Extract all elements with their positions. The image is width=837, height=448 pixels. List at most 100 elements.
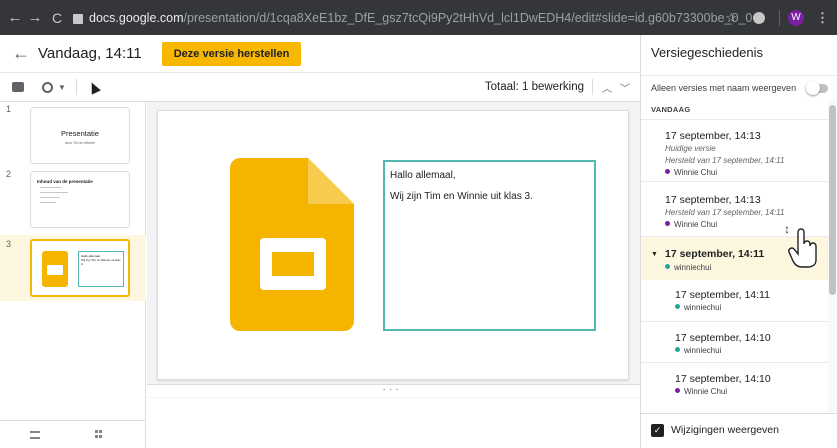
back-arrow-icon[interactable]: ← — [12, 43, 32, 64]
version-time: 17 september, 14:13 — [665, 194, 761, 206]
chevron-down-icon[interactable]: ﹀ — [620, 80, 630, 95]
user-name: Winnie Chui — [684, 387, 728, 396]
version-time: 17 september, 14:11 — [675, 289, 770, 301]
version-user: winniechui — [665, 263, 711, 272]
app-root: ← → C docs.google.com/presentation/d/1cq… — [0, 0, 837, 448]
version-time: 17 september, 14:10 — [675, 332, 771, 344]
thumb-title: Presentatie — [61, 129, 99, 138]
user-name: winniechui — [684, 346, 722, 355]
lock-icon — [73, 13, 83, 24]
version-item[interactable]: 17 september, 14:10 winniechui — [641, 321, 829, 362]
version-user: Winnie Chui — [665, 168, 717, 177]
filmstrip-view-controls — [0, 420, 146, 448]
restore-version-button[interactable]: Deze versie herstellen — [161, 41, 302, 66]
version-user: winniechui — [675, 303, 721, 312]
user-color-dot — [665, 221, 670, 226]
version-note: Hersteld van 17 september, 14:11 — [665, 156, 785, 165]
resize-handle[interactable]: • • • — [383, 387, 399, 394]
version-time: 17 september, 14:10 — [675, 373, 771, 385]
chevron-down-icon[interactable]: ▼ — [58, 83, 66, 92]
thumb-textbox: Hallo allemaal, Wij zijn Tim en Winnie u… — [78, 251, 124, 287]
version-time: 17 september, 14:11 — [665, 248, 765, 260]
speaker-notes[interactable]: • • • — [147, 384, 640, 448]
user-color-dot — [675, 388, 680, 393]
slides-logo-frame — [47, 265, 63, 275]
version-item[interactable]: 17 september, 14:10 Winnie Chui — [641, 362, 829, 403]
editor-toolbar: ▼ Totaal: 1 bewerking ︿ ﹀ — [0, 72, 640, 102]
thumb-bullet-line — [40, 192, 68, 193]
divider — [147, 397, 640, 398]
star-icon[interactable]: ☆ — [725, 10, 737, 26]
chevron-up-icon[interactable]: ︿ — [602, 80, 612, 95]
named-versions-label: Alleen versies met naam weergeven — [651, 83, 797, 93]
slide-canvas[interactable]: Hallo allemaal, Wij zijn Tim en Winnie u… — [157, 110, 629, 380]
show-changes-checkbox[interactable]: ✓ — [651, 424, 664, 437]
total-edits-label: Totaal: 1 bewerking — [484, 81, 584, 93]
version-title: Vandaag, 14:11 — [38, 45, 142, 62]
url-host: docs.google.com — [89, 10, 184, 25]
slide-editor: Hallo allemaal, Wij zijn Tim en Winnie u… — [147, 102, 640, 448]
reload-icon[interactable]: C — [47, 10, 67, 26]
zoom-icon[interactable] — [42, 81, 53, 93]
list-view-icon[interactable] — [30, 430, 40, 439]
user-color-dot — [675, 304, 680, 309]
thumb-title: Inhoud van de presentatie — [37, 179, 93, 184]
slide-thumbnail-2[interactable]: Inhoud van de presentatie — [30, 171, 130, 228]
slide-text-line: Hallo allemaal, — [390, 170, 456, 181]
slide-number: 3 — [6, 239, 12, 249]
thumb-bullet-line — [40, 187, 62, 188]
print-icon[interactable] — [12, 82, 24, 92]
divider — [779, 9, 780, 26]
version-time: 17 september, 14:13 — [665, 130, 761, 142]
panel-title: Versiegeschiedenis — [651, 45, 764, 60]
version-user: Winnie Chui — [665, 220, 717, 229]
hand-cursor-icon — [788, 228, 817, 268]
version-note: Huidige versie — [665, 144, 716, 153]
toggle-knob[interactable] — [806, 81, 820, 95]
version-history-panel: Versiegeschiedenis Alleen versies met na… — [640, 35, 837, 448]
version-header: ← Vandaag, 14:11 Deze versie herstellen — [0, 35, 640, 72]
browser-toolbar: ← → C docs.google.com/presentation/d/1cq… — [0, 0, 837, 35]
user-name: winniechui — [684, 303, 722, 312]
slide-filmstrip: 1 Presentatie door Tim en Winnie 2 Inhou… — [0, 102, 146, 448]
version-user: Winnie Chui — [675, 387, 727, 396]
slide-number: 2 — [6, 169, 12, 179]
more-icon[interactable]: ⋮ — [816, 10, 829, 26]
thumb-subtitle: door Tim en Winnie — [64, 141, 96, 145]
user-color-dot — [675, 347, 680, 352]
version-item[interactable]: 17 september, 14:11 winniechui — [641, 280, 829, 321]
user-name: Winnie Chui — [674, 168, 718, 177]
extension-icon[interactable] — [753, 11, 765, 24]
divider — [75, 79, 77, 95]
profile-avatar[interactable]: W — [788, 9, 804, 26]
slide-text-line: Wij zijn Tim en Winnie uit klas 3. — [390, 191, 533, 202]
caret-down-icon[interactable]: ▼ — [651, 251, 658, 258]
version-note: Hersteld van 17 september, 14:11 — [665, 208, 785, 217]
slide-thumbnail-3[interactable]: Hallo allemaal, Wij zijn Tim en Winnie u… — [30, 239, 130, 297]
section-label: VANDAAG — [651, 105, 691, 114]
user-name: winniechui — [674, 263, 712, 272]
slide-number: 1 — [6, 104, 12, 114]
version-user: winniechui — [675, 346, 721, 355]
slides-logo-inner — [272, 252, 314, 276]
thumb-bullet-line — [40, 197, 60, 198]
thumb-text: Wij zijn Tim en Winnie uit klas 3. — [81, 258, 121, 266]
show-changes-label[interactable]: Wijzigingen weergeven — [671, 424, 779, 436]
address-bar[interactable]: docs.google.com/presentation/d/1cqa8XeE1… — [89, 11, 752, 25]
slide-textbox[interactable]: Hallo allemaal, Wij zijn Tim en Winnie u… — [383, 160, 596, 331]
grid-view-icon[interactable] — [95, 430, 105, 439]
user-color-dot — [665, 169, 670, 174]
slide-thumbnail-1[interactable]: Presentatie door Tim en Winnie — [30, 107, 130, 164]
back-arrow-icon[interactable]: ← — [5, 9, 25, 26]
thumb-bullet-line — [40, 202, 56, 203]
forward-arrow-icon[interactable]: → — [25, 9, 45, 26]
user-color-dot — [665, 264, 670, 269]
scrollbar-thumb[interactable] — [829, 105, 836, 295]
version-item[interactable]: 17 september, 14:13 Huidige versie Herst… — [641, 119, 829, 181]
pointer-icon[interactable] — [87, 79, 101, 95]
named-versions-filter: Alleen versies met naam weergeven — [641, 75, 837, 99]
user-name: Winnie Chui — [674, 220, 718, 229]
divider — [592, 79, 593, 95]
show-changes-row: ✓ Wijzigingen weergeven — [641, 413, 837, 448]
url-path: /presentation/d/1cqa8XeE1bz_DfE_gsz7tcQi… — [183, 10, 753, 25]
